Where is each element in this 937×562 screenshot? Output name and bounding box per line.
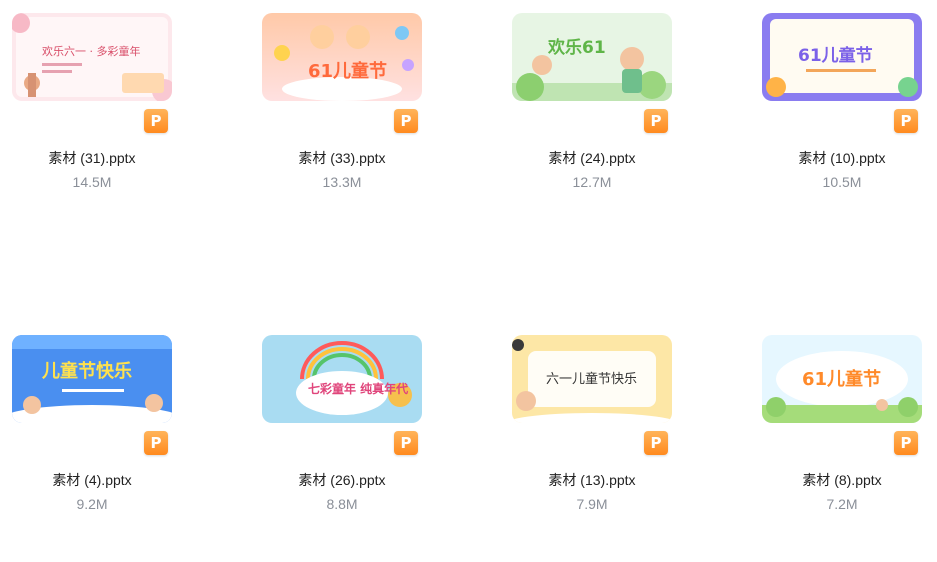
file-name[interactable]: 素材 (10).pptx xyxy=(750,148,934,168)
file-size: 7.9M xyxy=(576,496,608,512)
file-size: 7.2M xyxy=(826,496,858,512)
file-thumbnail[interactable]: 欢乐六一 · 多彩童年 xyxy=(12,13,172,101)
file-card[interactable]: 七彩童年 纯真年代 P 素材 (26).pptx 8.8M xyxy=(250,322,500,562)
slide-title: 儿童节快乐 xyxy=(41,360,132,382)
pptx-file-icon: P xyxy=(644,431,668,455)
pptx-file-icon: P xyxy=(644,109,668,133)
slide-title: 欢乐61 xyxy=(547,37,606,58)
file-card[interactable]: 儿童节快乐 P 素材 (4).pptx 9.2M xyxy=(0,322,250,562)
slide-title: 六一儿童节快乐 xyxy=(546,371,637,387)
slide-title: 七彩童年 纯真年代 xyxy=(308,381,408,396)
file-name[interactable]: 素材 (33).pptx xyxy=(250,148,434,168)
file-thumbnail[interactable]: 欢乐61 xyxy=(512,13,672,101)
file-thumbnail[interactable]: 61儿童节 xyxy=(262,13,422,101)
file-size: 9.2M xyxy=(76,496,108,512)
file-card[interactable]: 六一儿童节快乐 P 素材 (13).pptx 7.9M xyxy=(500,322,750,562)
file-card[interactable]: 61儿童节 P 素材 (33).pptx 13.3M xyxy=(250,0,500,240)
pptx-file-icon: P xyxy=(144,431,168,455)
pptx-file-icon: P xyxy=(894,431,918,455)
slide-preview-image: 61儿童节 xyxy=(762,335,922,423)
file-card[interactable]: 61儿童节 P 素材 (8).pptx 7.2M xyxy=(750,322,937,562)
slide-preview-image: 欢乐61 xyxy=(512,13,672,101)
file-name[interactable]: 素材 (31).pptx xyxy=(0,148,184,168)
slide-title: 61儿童节 xyxy=(308,60,387,82)
file-card[interactable]: 61儿童节 P 素材 (10).pptx 10.5M xyxy=(750,0,937,240)
slide-preview-image: 61儿童节 xyxy=(262,13,422,101)
slide-title: 61儿童节 xyxy=(802,368,881,390)
file-card[interactable]: 欢乐61 P 素材 (24).pptx 12.7M xyxy=(500,0,750,240)
slide-title: 欢乐六一 · 多彩童年 xyxy=(42,44,141,58)
file-size: 8.8M xyxy=(326,496,358,512)
file-name[interactable]: 素材 (26).pptx xyxy=(250,470,434,490)
pptx-file-icon: P xyxy=(394,109,418,133)
file-thumbnail[interactable]: 六一儿童节快乐 xyxy=(512,335,672,423)
slide-preview-image: 六一儿童节快乐 xyxy=(512,335,672,423)
pptx-file-icon: P xyxy=(394,431,418,455)
slide-preview-image: 儿童节快乐 xyxy=(12,335,172,423)
file-size: 13.3M xyxy=(322,174,362,190)
file-name[interactable]: 素材 (13).pptx xyxy=(500,470,684,490)
file-name[interactable]: 素材 (24).pptx xyxy=(500,148,684,168)
slide-preview-image: 七彩童年 纯真年代 xyxy=(262,335,422,423)
file-thumbnail[interactable]: 61儿童节 xyxy=(762,335,922,423)
file-size: 10.5M xyxy=(822,174,862,190)
file-thumbnail[interactable]: 七彩童年 纯真年代 xyxy=(262,335,422,423)
file-thumbnail[interactable]: 61儿童节 xyxy=(762,13,922,101)
pptx-file-icon: P xyxy=(144,109,168,133)
file-name[interactable]: 素材 (8).pptx xyxy=(750,470,934,490)
file-card[interactable]: 欢乐六一 · 多彩童年 P 素材 (31).pptx 14.5M xyxy=(0,0,250,240)
file-size: 12.7M xyxy=(572,174,612,190)
slide-preview-image: 61儿童节 xyxy=(762,13,922,101)
file-name[interactable]: 素材 (4).pptx xyxy=(0,470,184,490)
slide-title: 61儿童节 xyxy=(798,45,873,66)
file-thumbnail[interactable]: 儿童节快乐 xyxy=(12,335,172,423)
file-size: 14.5M xyxy=(72,174,112,190)
slide-preview-image: 欢乐六一 · 多彩童年 xyxy=(12,13,172,101)
pptx-file-icon: P xyxy=(894,109,918,133)
